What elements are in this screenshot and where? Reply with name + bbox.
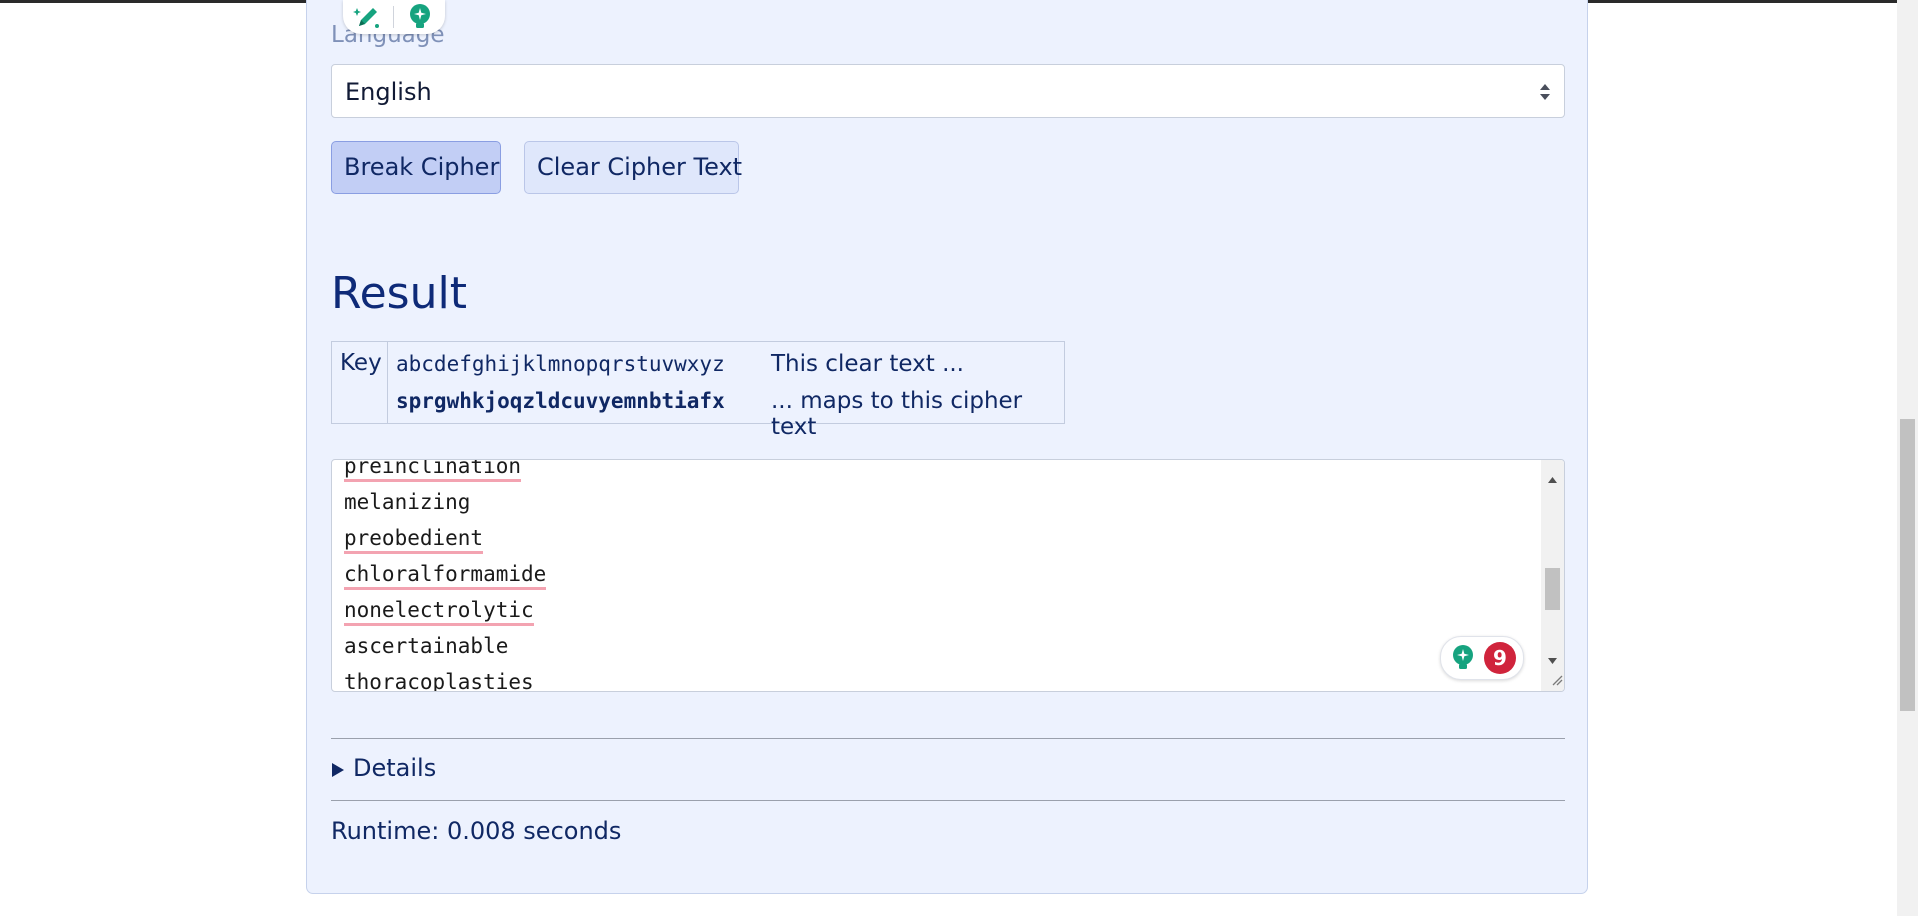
cipher-panel <box>306 0 1588 894</box>
result-word: thoracoplasties <box>344 670 534 692</box>
details-divider <box>331 738 1565 739</box>
result-heading: Result <box>331 268 467 319</box>
textarea-scrollbar[interactable] <box>1541 460 1564 691</box>
scroll-up-icon[interactable] <box>1547 469 1558 488</box>
clear-alphabet: abcdefghijklmnopqrstuvwxyz <box>396 352 725 376</box>
grammar-check-badge[interactable]: 9 <box>1440 636 1524 680</box>
result-line: thoracoplasties <box>344 664 546 692</box>
clear-cipher-text-button[interactable]: Clear Cipher Text <box>524 141 742 194</box>
lightbulb-sparkle-icon[interactable] <box>405 2 435 36</box>
scroll-down-icon[interactable] <box>1547 650 1558 669</box>
result-word: melanizing <box>344 490 471 514</box>
resize-handle-icon[interactable] <box>1549 671 1563 690</box>
result-line: preinclination <box>344 460 546 484</box>
clear-text-description: This clear text ... <box>771 351 964 377</box>
page-scroll-thumb[interactable] <box>1900 419 1915 711</box>
page-scrollbar[interactable] <box>1897 0 1918 916</box>
result-word: ascertainable <box>344 634 509 658</box>
triangle-right-icon <box>331 762 345 782</box>
cipher-alphabet: sprgwhkjoqzldcuvyemnbtiafx <box>396 389 725 413</box>
result-line: preobedient <box>344 520 546 556</box>
pencil-sparkle-icon[interactable] <box>353 2 383 36</box>
key-column-divider <box>387 342 388 423</box>
result-word: preobedient <box>344 526 484 554</box>
key-label: Key <box>340 350 382 376</box>
cipher-text-description: ... maps to this cipher text <box>771 388 1023 440</box>
key-table: Key abcdefghijklmnopqrstuvwxyz sprgwhkjo… <box>331 341 1065 440</box>
result-word: nonelectrolytic <box>344 598 534 626</box>
language-selected-value: English <box>345 78 432 106</box>
extension-toolbar <box>343 0 445 34</box>
runtime-text: Runtime: 0.008 seconds <box>331 817 622 845</box>
result-lines: preinclination melanizing preobedient ch… <box>344 460 547 692</box>
toolbar-divider <box>393 6 394 28</box>
language-select[interactable]: English <box>331 64 1565 118</box>
issue-count-badge: 9 <box>1484 642 1516 674</box>
details-label: Details <box>353 754 437 782</box>
textarea-scroll-thumb[interactable] <box>1545 568 1560 610</box>
sort-arrows-icon <box>1539 83 1551 105</box>
break-cipher-button[interactable]: Break Cipher <box>331 141 501 194</box>
result-line: ascertainable <box>344 628 546 664</box>
result-line: melanizing <box>344 484 546 520</box>
details-divider <box>331 800 1565 801</box>
result-word: preinclination <box>344 460 522 482</box>
result-line: nonelectrolytic <box>344 592 546 628</box>
result-word: chloralformamide <box>344 562 547 590</box>
result-line: chloralformamide <box>344 556 547 592</box>
issue-count: 9 <box>1493 646 1507 670</box>
result-textarea[interactable]: preinclination melanizing preobedient ch… <box>331 459 1565 692</box>
lightbulb-sparkle-icon <box>1449 643 1477 677</box>
